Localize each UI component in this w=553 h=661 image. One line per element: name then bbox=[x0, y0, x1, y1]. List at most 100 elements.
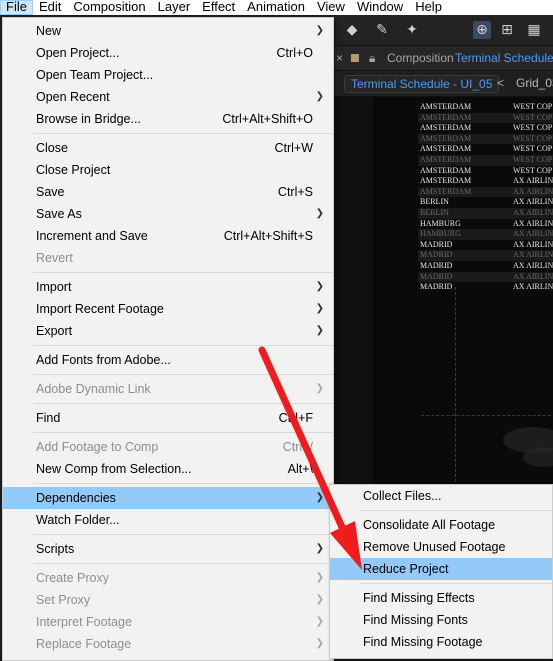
menu-item-label: New Comp from Selection... bbox=[36, 462, 192, 476]
menu-item-watch-folder[interactable]: Watch Folder... bbox=[3, 509, 333, 531]
schedule-row: BERLIN AX AIRLIN bbox=[418, 197, 553, 208]
menu-item-save[interactable]: Save Ctrl+S bbox=[3, 181, 333, 203]
schedule-row: AMSTERDAM WEST COP bbox=[418, 133, 553, 145]
menu-help[interactable]: Help bbox=[409, 0, 448, 15]
schedule-row: MADRID AX AIRLIN bbox=[418, 261, 553, 272]
menu-separator bbox=[33, 272, 333, 273]
menu-item-save-as[interactable]: Save As ❯ bbox=[3, 203, 333, 225]
menu-item-create-proxy: Create Proxy ❯ bbox=[3, 567, 333, 589]
panel-close-icon[interactable]: × bbox=[336, 51, 343, 65]
schedule-city: BERLIN bbox=[420, 207, 449, 217]
menu-item-open-recent[interactable]: Open Recent ❯ bbox=[3, 86, 333, 108]
pin-tool-icon[interactable]: ✦ bbox=[403, 21, 421, 39]
submenu-chevron-icon: ❯ bbox=[315, 492, 324, 503]
schedule-city: MADRID bbox=[420, 239, 453, 249]
roto-brush-tool-icon[interactable]: ✎ bbox=[373, 21, 391, 39]
submenu-chevron-icon: ❯ bbox=[315, 543, 324, 554]
menu-item-collect-files[interactable]: Collect Files... bbox=[330, 485, 552, 507]
menu-item-browse-in-bridge[interactable]: Browse in Bridge... Ctrl+Alt+Shift+O bbox=[3, 108, 333, 130]
panel-title: Composition bbox=[387, 51, 454, 65]
menu-edit[interactable]: Edit bbox=[33, 0, 67, 15]
menu-item-label: Find bbox=[36, 411, 61, 425]
schedule-row: AMSTERDAM AX AIRLIN bbox=[418, 186, 553, 198]
schedule-row: HAMBURG AX AIRLIN bbox=[418, 229, 553, 240]
schedule-airline: WEST COP bbox=[513, 102, 553, 111]
schedule-airline: AX AIRLIN bbox=[513, 271, 553, 281]
submenu-chevron-icon: ❯ bbox=[315, 281, 324, 292]
menu-item-scripts[interactable]: Scripts ❯ bbox=[3, 538, 333, 560]
menu-item-close-project[interactable]: Close Project bbox=[3, 159, 333, 181]
menu-item-label: Dependencies bbox=[36, 491, 116, 505]
menu-item-add-fonts-from-adobe[interactable]: Add Fonts from Adobe... bbox=[3, 349, 333, 371]
grid-icon[interactable]: ▦ bbox=[525, 21, 543, 39]
menu-item-label: Add Footage to Comp bbox=[36, 440, 159, 454]
tab-grid[interactable]: Grid_03 bbox=[516, 75, 553, 91]
menu-item-find-missing-effects[interactable]: Find Missing Effects bbox=[330, 587, 552, 609]
snapping-icon[interactable]: ⊕ bbox=[473, 21, 491, 39]
eraser-tool-icon[interactable]: ◆ bbox=[343, 21, 361, 39]
menu-window[interactable]: Window bbox=[351, 0, 409, 15]
menu-animation[interactable]: Animation bbox=[241, 0, 311, 15]
schedule-city: AMSTERDAM bbox=[420, 165, 472, 175]
menu-separator bbox=[33, 345, 333, 346]
comp-name-dropdown[interactable]: Terminal Schedule - bbox=[455, 51, 553, 65]
menu-item-label: Scripts bbox=[36, 542, 75, 556]
schedule-city: BERLIN bbox=[420, 197, 449, 207]
menu-item-new[interactable]: New ❯ bbox=[3, 20, 333, 42]
schedule-city: MADRID bbox=[420, 271, 453, 281]
schedule-row: HAMBURG AX AIRLIN bbox=[418, 219, 553, 230]
composition-tabs: Terminal Schedule - UI_05 < Grid_03 bbox=[333, 71, 553, 97]
menu-separator bbox=[33, 563, 333, 564]
schedule-city: MADRID bbox=[420, 250, 453, 260]
tab-scroll-left-icon[interactable]: < bbox=[497, 75, 504, 91]
menu-item-label: Watch Folder... bbox=[36, 513, 120, 527]
schedule-city: MADRID bbox=[420, 282, 453, 292]
submenu-chevron-icon: ❯ bbox=[315, 325, 324, 336]
menu-item-export[interactable]: Export ❯ bbox=[3, 320, 333, 342]
menu-item-find[interactable]: Find Ctrl+F bbox=[3, 407, 333, 429]
submenu-chevron-icon: ❯ bbox=[315, 638, 324, 649]
menu-item-consolidate-all-footage[interactable]: Consolidate All Footage bbox=[330, 514, 552, 536]
menu-item-open-project[interactable]: Open Project... Ctrl+O bbox=[3, 42, 333, 64]
menu-layer[interactable]: Layer bbox=[152, 0, 197, 15]
menu-view[interactable]: View bbox=[311, 0, 351, 15]
schedule-row: AMSTERDAM WEST COP bbox=[418, 102, 553, 113]
menu-item-label: Import Recent Footage bbox=[36, 302, 164, 316]
menu-item-label: Browse in Bridge... bbox=[36, 112, 141, 126]
schedule-row: AMSTERDAM WEST COP bbox=[418, 154, 553, 166]
menu-item-open-team-project[interactable]: Open Team Project... bbox=[3, 64, 333, 86]
menu-separator bbox=[33, 133, 333, 134]
menu-item-import[interactable]: Import ❯ bbox=[3, 276, 333, 298]
submenu-chevron-icon: ❯ bbox=[315, 91, 324, 102]
tab-terminal-schedule[interactable]: Terminal Schedule - UI_05 bbox=[344, 75, 500, 93]
menu-item-label: Collect Files... bbox=[363, 489, 442, 503]
menu-effect[interactable]: Effect bbox=[196, 0, 241, 15]
align-icon[interactable]: ⊞ bbox=[498, 21, 516, 39]
menu-item-shortcut: Ctrl+/ bbox=[282, 440, 313, 454]
menu-item-increment-and-save[interactable]: Increment and Save Ctrl+Alt+Shift+S bbox=[3, 225, 333, 247]
submenu-chevron-icon: ❯ bbox=[315, 303, 324, 314]
menu-item-label: Save bbox=[36, 185, 65, 199]
composition-panel-header: × 🔒︎ Composition Terminal Schedule - bbox=[333, 46, 553, 71]
schedule-airline: AX AIRLIN bbox=[513, 282, 553, 292]
menu-item-label: Open Team Project... bbox=[36, 68, 154, 82]
menu-file[interactable]: File bbox=[0, 0, 33, 15]
schedule-airline: WEST COP bbox=[513, 165, 553, 175]
schedule-airline: AX AIRLIN bbox=[513, 176, 553, 186]
menu-item-import-recent-footage[interactable]: Import Recent Footage ❯ bbox=[3, 298, 333, 320]
menu-item-add-footage-to-comp: Add Footage to Comp Ctrl+/ bbox=[3, 436, 333, 458]
schedule-city: AMSTERDAM bbox=[420, 154, 472, 164]
menu-item-find-missing-fonts[interactable]: Find Missing Fonts bbox=[330, 609, 552, 631]
menu-item-find-missing-footage[interactable]: Find Missing Footage bbox=[330, 631, 552, 653]
schedule-airline: AX AIRLIN bbox=[513, 218, 553, 228]
menu-item-remove-unused-footage[interactable]: Remove Unused Footage bbox=[330, 536, 552, 558]
menu-item-label: Find Missing Footage bbox=[363, 635, 483, 649]
menu-item-reduce-project[interactable]: Reduce Project bbox=[330, 558, 552, 580]
menu-item-dependencies[interactable]: Dependencies ❯ bbox=[3, 487, 333, 509]
menu-item-label: Revert bbox=[36, 251, 73, 265]
menu-composition[interactable]: Composition bbox=[67, 0, 151, 15]
menu-item-new-comp-from-selection[interactable]: New Comp from Selection... Alt+\ bbox=[3, 458, 333, 480]
lock-icon[interactable]: 🔒︎ bbox=[369, 51, 375, 66]
menu-item-label: Import bbox=[36, 280, 72, 294]
menu-item-close[interactable]: Close Ctrl+W bbox=[3, 137, 333, 159]
